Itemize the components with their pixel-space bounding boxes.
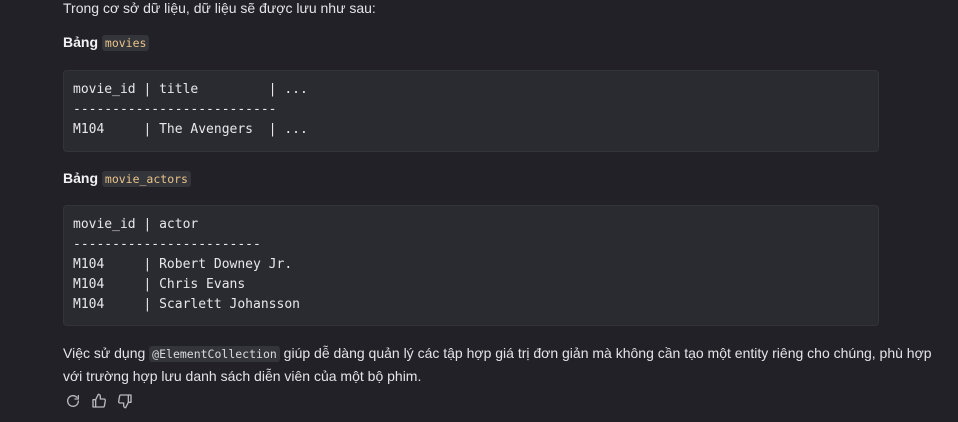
thumbs-up-icon bbox=[92, 393, 106, 408]
summary-after: giúp dễ dàng quản lý các tập hợp giá trị… bbox=[279, 345, 932, 361]
code-line: M104 | Chris Evans bbox=[73, 277, 246, 292]
chat-message: Trong cơ sở dữ liệu, dữ liệu sẽ được lưu… bbox=[0, 0, 958, 422]
table1-name: movies bbox=[101, 35, 150, 51]
code-line: M104 | Scarlett Johansson bbox=[73, 297, 300, 312]
intro-text: Trong cơ sở dữ liệu, dữ liệu sẽ được lưu… bbox=[63, 0, 376, 16]
thumbs-down-icon bbox=[118, 394, 132, 409]
code-line: M104 | The Avengers | ... bbox=[73, 122, 308, 137]
summary-before: Việc sử dụng bbox=[63, 345, 150, 361]
code-block-movies: movie_id | title | ... -----------------… bbox=[63, 70, 879, 152]
summary-line-1: Việc sử dụng @ElementCollection giúp dễ … bbox=[63, 342, 932, 365]
code-line: movie_id | actor bbox=[73, 217, 199, 232]
message-actions bbox=[64, 392, 134, 410]
code-block-movie-actors: movie_id | actor -----------------------… bbox=[63, 205, 879, 326]
table2-heading: Bảng movie_actors bbox=[63, 168, 191, 189]
summary-code: @ElementCollection bbox=[149, 346, 280, 362]
like-button[interactable] bbox=[90, 392, 108, 410]
code-line: -------------------------- bbox=[73, 102, 277, 117]
table2-label: Bảng bbox=[63, 170, 98, 186]
dislike-button[interactable] bbox=[116, 392, 134, 410]
table1-heading: Bảng movies bbox=[63, 32, 150, 53]
regenerate-button[interactable] bbox=[64, 392, 82, 410]
summary-line-2: với trường hợp lưu danh sách diễn viên c… bbox=[63, 368, 422, 384]
table2-name: movie_actors bbox=[101, 171, 191, 187]
code-line: movie_id | title | ... bbox=[73, 82, 308, 97]
code-line: ------------------------ bbox=[73, 237, 261, 252]
code-line: M104 | Robert Downey Jr. bbox=[73, 257, 293, 272]
refresh-icon bbox=[67, 395, 79, 407]
table1-label: Bảng bbox=[63, 34, 98, 50]
